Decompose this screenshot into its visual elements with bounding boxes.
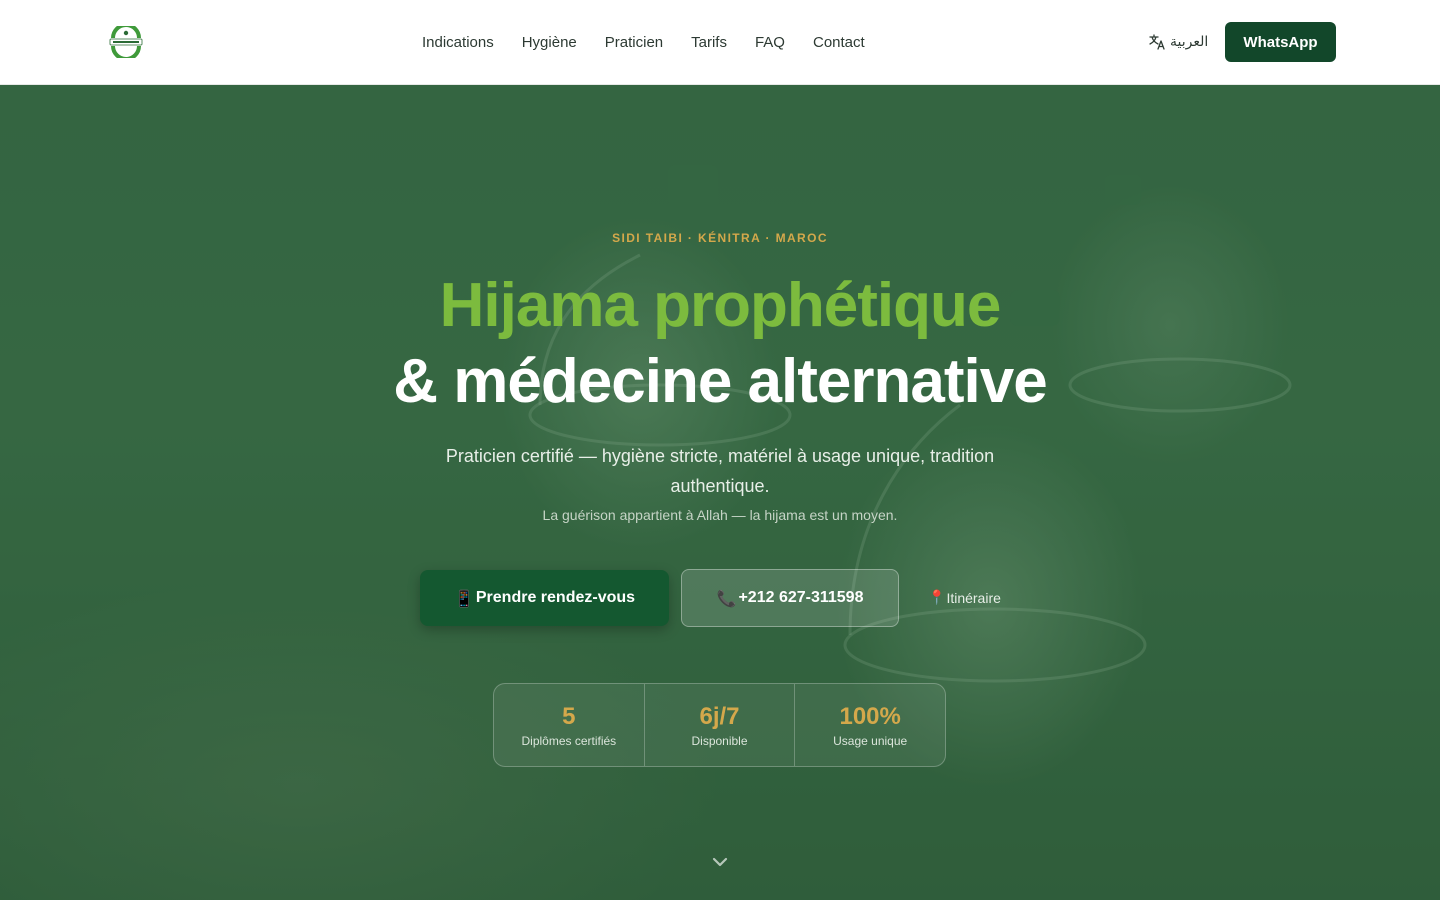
stat-value: 5 (562, 703, 576, 730)
hero-title-line2: & médecine alternative (393, 347, 1047, 416)
nav-tarifs[interactable]: Tarifs (691, 34, 727, 51)
stat-availability: 6j/7 Disponible (645, 684, 796, 766)
nav-praticien[interactable]: Praticien (605, 34, 663, 51)
stats-panel: 5 Diplômes certifiés 6j/7 Disponible 100… (493, 683, 946, 767)
translate-icon (1149, 34, 1165, 50)
whatsapp-button[interactable]: WhatsApp (1225, 22, 1336, 62)
mobile-phone-icon: 📱 (453, 588, 474, 608)
stat-value: 100% (839, 703, 901, 730)
hero-location: SIDI TAIBI · KÉNITRA · MAROC (612, 231, 828, 245)
site-header: Indications Hygiène Praticien Tarifs FAQ… (0, 0, 1440, 85)
stat-label: Disponible (691, 734, 748, 748)
main-nav: Indications Hygiène Praticien Tarifs FAQ… (422, 0, 865, 85)
book-appointment-button[interactable]: 📱 Prendre rendez-vous (420, 570, 669, 626)
hero-subtitle: Praticien certifié — hygiène stricte, ma… (445, 446, 995, 496)
hero-title-line1: Hijama prophétique (439, 271, 1002, 340)
stat-value: 6j/7 (699, 703, 740, 730)
pin-icon: 📍 (928, 590, 946, 606)
language-switch[interactable]: العربية (1148, 31, 1208, 53)
language-label: العربية (1170, 34, 1209, 50)
itinerary-label: Itinéraire (946, 590, 1001, 606)
phone-number-label: +212 627-311598 (738, 589, 864, 606)
stat-label: Usage unique (833, 734, 908, 748)
clinic-logo[interactable] (108, 23, 144, 61)
nav-indications[interactable]: Indications (422, 34, 494, 51)
chevron-down-icon[interactable] (711, 853, 729, 871)
call-phone-button[interactable]: 📞 +212 627-311598 (681, 569, 899, 627)
hero-note: La guérison appartient à Allah — la hija… (542, 507, 898, 523)
stat-single-use: 100% Usage unique (795, 684, 945, 766)
book-appointment-label: Prendre rendez-vous (475, 589, 636, 606)
itinerary-link[interactable]: 📍 Itinéraire (928, 588, 1001, 608)
phone-icon: 📞 (716, 588, 737, 608)
nav-hygiene[interactable]: Hygiène (522, 34, 577, 51)
nav-faq[interactable]: FAQ (755, 34, 785, 51)
hero-section: SIDI TAIBI · KÉNITRA · MAROC Hijama prop… (0, 85, 1440, 900)
stat-label: Diplômes certifiés (521, 734, 617, 748)
nav-contact[interactable]: Contact (813, 34, 865, 51)
stat-diplomas: 5 Diplômes certifiés (494, 684, 645, 766)
